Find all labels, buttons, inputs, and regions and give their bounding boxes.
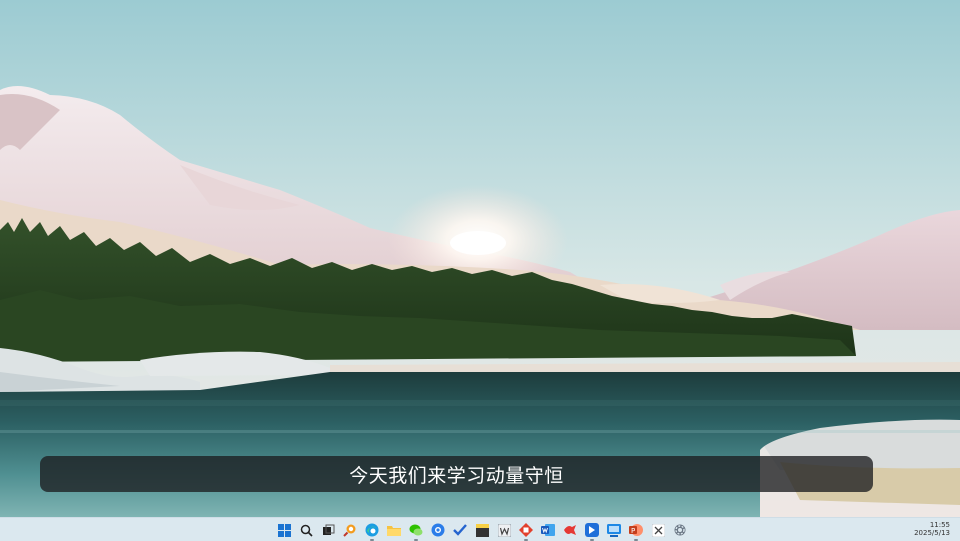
sticky-notes-icon[interactable] (474, 522, 490, 538)
desktop-wallpaper (0, 0, 960, 517)
clock-time: 11:55 (929, 521, 950, 529)
powerpoint-icon[interactable]: P (628, 522, 644, 541)
taskbar: P 11:55 2025/5/13 (0, 517, 960, 541)
system-clock[interactable]: 11:55 2025/5/13 (914, 521, 950, 537)
search-icon[interactable] (298, 522, 314, 538)
remote-desktop-icon[interactable] (606, 522, 622, 538)
file-explorer-icon[interactable] (386, 522, 402, 538)
settings-icon[interactable] (672, 522, 688, 538)
start-icon[interactable] (276, 522, 292, 538)
wechat-icon[interactable] (408, 522, 424, 541)
xmind-icon[interactable] (562, 522, 578, 538)
task-view-icon[interactable] (320, 522, 336, 538)
excel-icon[interactable] (650, 522, 666, 538)
clock-date: 2025/5/13 (914, 529, 950, 537)
todo-icon[interactable] (452, 522, 468, 538)
wps-icon[interactable] (496, 522, 512, 538)
caption-bar: 今天我们来学习动量守恒 (40, 456, 873, 492)
edge-icon[interactable] (364, 522, 380, 541)
search-app-icon[interactable] (342, 522, 358, 538)
svg-text:P: P (631, 527, 635, 535)
kingsoft-icon[interactable] (518, 522, 534, 541)
taskbar-icons: P (276, 522, 688, 541)
browser-icon[interactable] (430, 522, 446, 538)
word-icon[interactable] (540, 522, 556, 538)
caption-text: 今天我们来学习动量守恒 (349, 464, 564, 487)
feishu-icon[interactable] (584, 522, 600, 541)
